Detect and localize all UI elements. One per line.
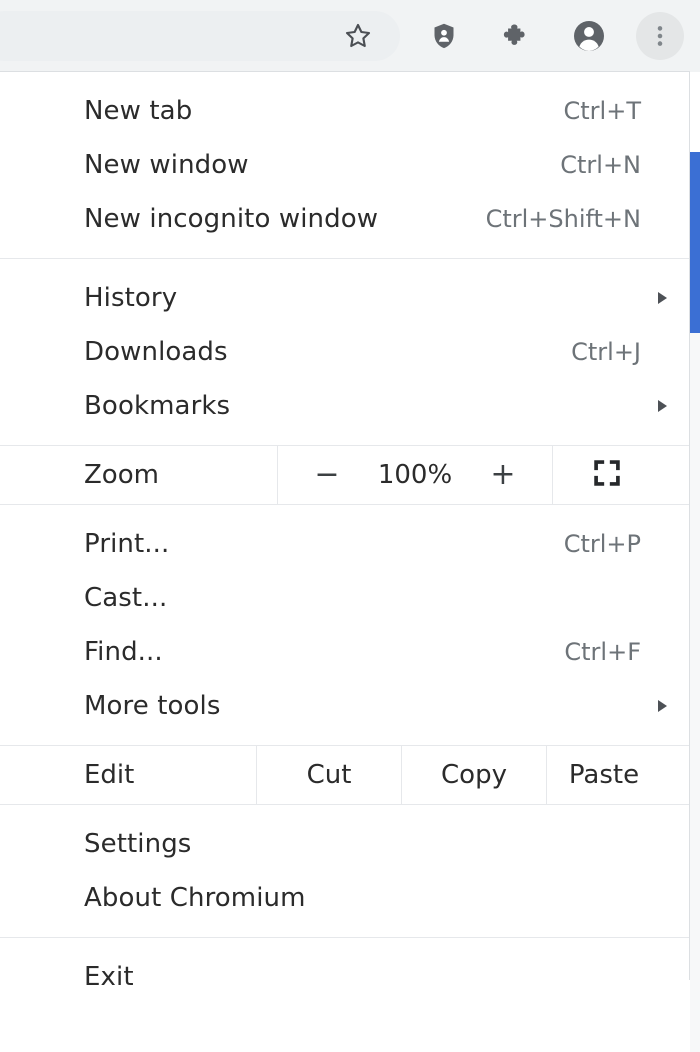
menu-item-downloads[interactable]: Downloads Ctrl+J <box>0 325 689 379</box>
menu-group-spacer <box>0 733 689 745</box>
menu-item-label: New window <box>84 150 249 180</box>
menu-item-shortcut: Ctrl+P <box>563 530 641 558</box>
menu-item-label: Find... <box>84 637 163 667</box>
menu-group-spacer <box>0 938 689 950</box>
menu-item-history[interactable]: History <box>0 271 689 325</box>
zoom-level-value: 100% <box>377 460 453 490</box>
zoom-in-button[interactable]: + <box>489 460 517 490</box>
submenu-arrow-icon <box>658 400 667 412</box>
menu-group-spacer <box>0 433 689 445</box>
fullscreen-icon[interactable] <box>590 456 624 494</box>
page-right-gutter <box>690 333 700 1052</box>
menu-item-label: Cast... <box>84 583 168 613</box>
menu-group-spacer <box>0 259 689 271</box>
menu-row-zoom: Zoom − 100% + <box>0 446 689 504</box>
menu-item-label: History <box>84 283 178 313</box>
bookmark-star-icon[interactable] <box>335 13 381 59</box>
menu-item-shortcut: Ctrl+J <box>571 338 641 366</box>
menu-item-label: More tools <box>84 691 221 721</box>
fullscreen-cell[interactable] <box>552 446 689 504</box>
menu-item-shortcut: Ctrl+Shift+N <box>485 205 641 233</box>
tracking-shield-icon[interactable] <box>421 13 467 59</box>
zoom-controls: − 100% + <box>277 446 552 504</box>
submenu-arrow-icon <box>658 700 667 712</box>
menu-item-label: New tab <box>84 96 193 126</box>
menu-group-spacer <box>0 72 689 84</box>
menu-group-spacer <box>0 505 689 517</box>
menu-item-new-window[interactable]: New window Ctrl+N <box>0 138 689 192</box>
menu-item-shortcut: Ctrl+T <box>563 97 641 125</box>
menu-item-shortcut: Ctrl+F <box>564 638 641 666</box>
zoom-label-cell: Zoom <box>0 446 277 504</box>
menu-item-new-tab[interactable]: New tab Ctrl+T <box>0 84 689 138</box>
menu-item-new-incognito-window[interactable]: New incognito window Ctrl+Shift+N <box>0 192 689 246</box>
menu-group-spacer <box>0 1004 689 1016</box>
menu-item-label: Bookmarks <box>84 391 231 421</box>
paste-button[interactable]: Paste <box>546 746 689 804</box>
zoom-out-button[interactable]: − <box>313 460 341 490</box>
profile-avatar-icon[interactable] <box>566 13 612 59</box>
menu-item-label: About Chromium <box>84 883 306 913</box>
menu-item-about-chromium[interactable]: About Chromium <box>0 871 689 925</box>
menu-item-print[interactable]: Print... Ctrl+P <box>0 517 689 571</box>
menu-item-find[interactable]: Find... Ctrl+F <box>0 625 689 679</box>
menu-item-more-tools[interactable]: More tools <box>0 679 689 733</box>
menu-item-label: Exit <box>84 962 134 992</box>
three-dot-menu-icon[interactable] <box>637 13 683 59</box>
submenu-arrow-icon <box>658 292 667 304</box>
copy-button[interactable]: Copy <box>401 746 546 804</box>
menu-group-spacer <box>0 805 689 817</box>
menu-item-label: Downloads <box>84 337 228 367</box>
menu-group-spacer <box>0 925 689 937</box>
menu-item-exit[interactable]: Exit <box>0 950 689 1004</box>
menu-item-label: New incognito window <box>84 204 379 234</box>
menu-item-cast[interactable]: Cast... <box>0 571 689 625</box>
zoom-label: Zoom <box>84 460 159 490</box>
menu-row-edit: Edit Cut Copy Paste <box>0 746 689 804</box>
chromium-main-menu: New tab Ctrl+T New window Ctrl+N New inc… <box>0 71 690 992</box>
edit-label: Edit <box>84 760 135 790</box>
browser-toolbar <box>0 0 700 72</box>
menu-item-shortcut: Ctrl+N <box>560 151 641 179</box>
menu-item-label: Settings <box>84 829 192 859</box>
cut-button[interactable]: Cut <box>256 746 401 804</box>
menu-group-spacer <box>0 246 689 258</box>
menu-item-settings[interactable]: Settings <box>0 817 689 871</box>
extensions-puzzle-icon[interactable] <box>493 13 539 59</box>
menu-item-label: Print... <box>84 529 170 559</box>
menu-item-bookmarks[interactable]: Bookmarks <box>0 379 689 433</box>
